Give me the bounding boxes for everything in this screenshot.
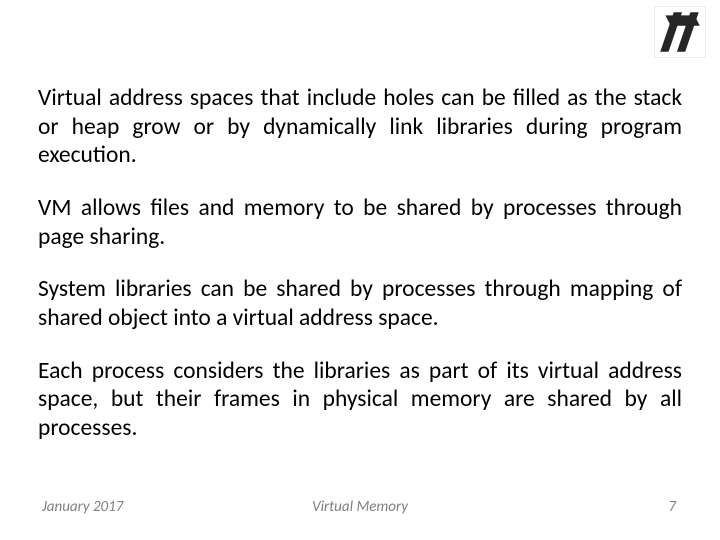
paragraph-1: Virtual address spaces that include hole… bbox=[38, 84, 682, 170]
institution-logo-icon bbox=[654, 6, 706, 58]
slide-footer: January 2017 Virtual Memory 7 bbox=[0, 498, 720, 522]
footer-page-number: 7 bbox=[668, 498, 676, 516]
slide-body: Virtual address spaces that include hole… bbox=[38, 84, 682, 467]
paragraph-4: Each process considers the libraries as … bbox=[38, 357, 682, 443]
paragraph-2: VM allows files and memory to be shared … bbox=[38, 194, 682, 251]
footer-title: Virtual Memory bbox=[0, 498, 720, 516]
slide: Virtual address spaces that include hole… bbox=[0, 0, 720, 540]
paragraph-3: System libraries can be shared by proces… bbox=[38, 275, 682, 332]
